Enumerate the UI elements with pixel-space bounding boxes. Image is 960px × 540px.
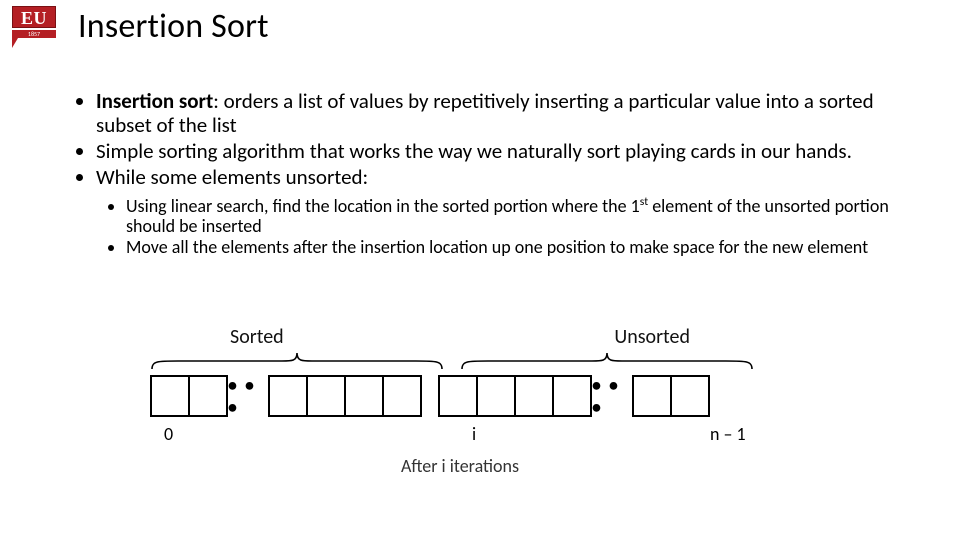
array-cell [150,375,190,417]
sub-bullet-1: Using linear search, find the location i… [126,196,890,237]
sub-bullet-list: Using linear search, find the location i… [70,196,890,258]
unsorted-segment: • • • [438,375,710,417]
bullet-1: Insertion sort: orders a list of values … [96,90,890,138]
array-cell [670,375,710,417]
logo-pennant-icon [12,38,18,48]
brace-unsorted-icon [460,351,754,371]
index-row: 0 i n – 1 [150,423,770,449]
page-title: Insertion Sort [78,6,269,47]
bullet-1-rest: : orders a list of values by repetitivel… [96,88,874,138]
ellipsis-icon: • • • [592,375,632,417]
logo-year: 1857 [12,30,56,38]
index-mid: i [472,423,476,445]
eu-logo: EU 1857 [12,6,56,48]
array-cell [632,375,672,417]
sub-bullet-1-sup: st [640,195,648,209]
label-sorted: Sorted [230,325,284,349]
logo-text: EU [12,6,56,28]
index-start: 0 [164,423,173,445]
bullet-2: Simple sorting algorithm that works the … [96,140,890,164]
bullet-1-term: Insertion sort [96,88,213,114]
array-cell [382,375,422,417]
array-cell [438,375,478,417]
insertion-sort-diagram: Sorted Unsorted • • • [150,325,770,477]
index-end: n – 1 [710,423,746,445]
bullet-3: While some elements unsorted: [96,166,890,190]
array-cell [552,375,592,417]
array-cell [306,375,346,417]
array-cell [188,375,228,417]
body-text: Insertion sort: orders a list of values … [70,90,890,257]
brace-row [150,351,770,371]
array-cell [514,375,554,417]
label-unsorted: Unsorted [614,325,690,349]
sub-bullet-1a: Using linear search, find the location i… [126,195,640,217]
array-cell [268,375,308,417]
bullet-list: Insertion sort: orders a list of values … [70,90,890,190]
sorted-segment: • • • [150,375,422,417]
array-cell [344,375,384,417]
diagram-caption: After i iterations [150,455,770,477]
array-cell [476,375,516,417]
slide: EU 1857 Insertion Sort Insertion sort: o… [0,0,960,540]
diagram-top-labels: Sorted Unsorted [150,325,770,351]
sub-bullet-2: Move all the elements after the insertio… [126,237,890,258]
array-row: • • • • • • [150,375,770,417]
ellipsis-icon: • • • [228,375,268,417]
brace-sorted-icon [150,351,444,371]
